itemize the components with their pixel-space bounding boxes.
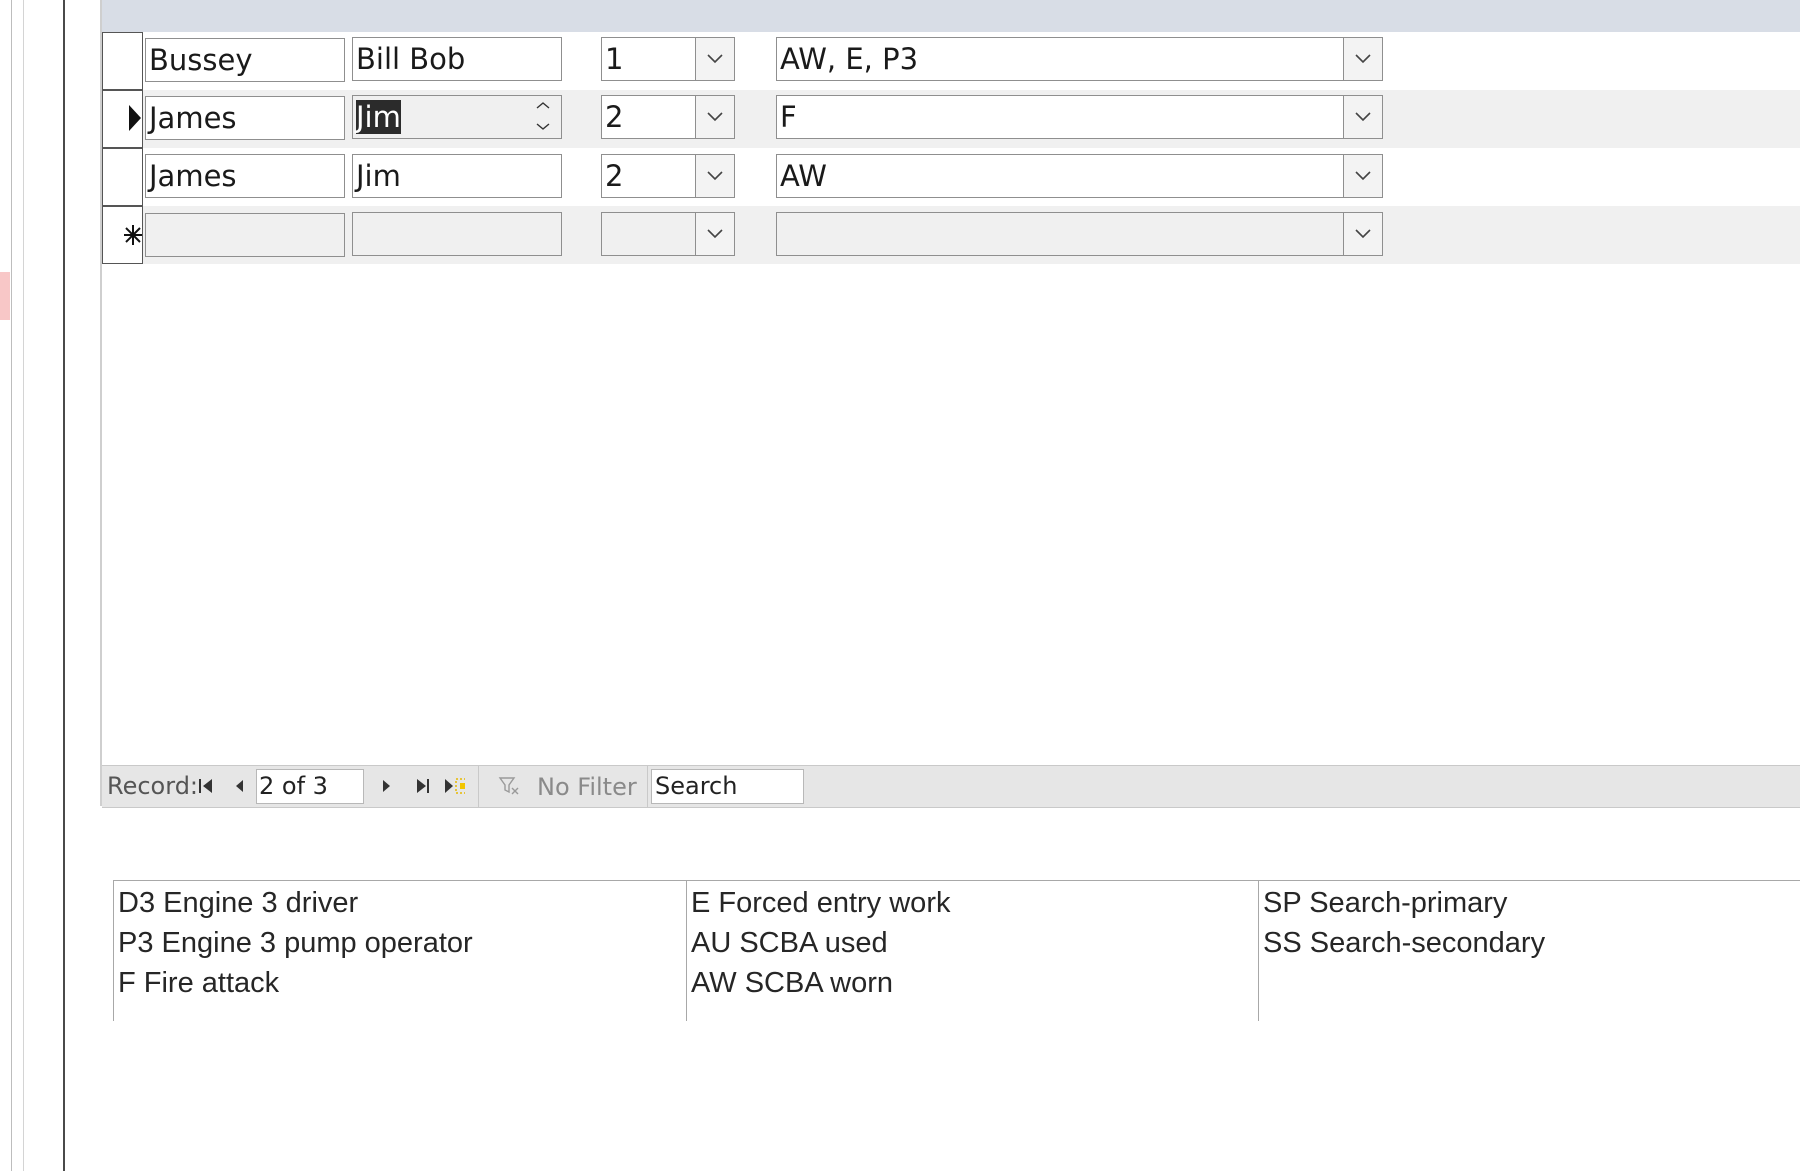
legend-item: P3 Engine 3 pump operator xyxy=(118,927,473,959)
current-record-input[interactable]: 2 of 3 xyxy=(256,769,364,804)
chevron-down-icon[interactable] xyxy=(695,96,734,138)
last-name-field[interactable]: James xyxy=(145,96,345,140)
chevron-down-icon[interactable] xyxy=(1343,213,1382,255)
number-value: 1 xyxy=(605,42,624,76)
chevron-down-icon[interactable] xyxy=(1343,155,1382,197)
legend-column: D3 Engine 3 driver P3 Engine 3 pump oper… xyxy=(114,881,686,1021)
first-record-icon[interactable] xyxy=(196,774,218,798)
codes-value: F xyxy=(780,100,797,134)
next-record-icon[interactable] xyxy=(375,774,397,798)
previous-record-icon[interactable] xyxy=(229,774,251,798)
legend-item: D3 Engine 3 driver xyxy=(118,887,359,919)
codes-combo[interactable] xyxy=(776,212,1383,256)
codes-value: AW, E, P3 xyxy=(780,42,919,76)
legend-item: AU SCBA used xyxy=(691,927,888,959)
first-name-field[interactable] xyxy=(352,212,562,256)
pane-splitter[interactable] xyxy=(63,0,65,1171)
legend-item: F Fire attack xyxy=(118,967,280,999)
new-record-icon xyxy=(124,225,142,245)
last-name-field[interactable]: James xyxy=(145,154,345,198)
error-marker xyxy=(0,272,10,320)
code-legend: D3 Engine 3 driver P3 Engine 3 pump oper… xyxy=(113,880,1800,1021)
new-record-button-icon[interactable] xyxy=(443,774,465,798)
codes-combo[interactable]: AW xyxy=(776,154,1383,198)
number-value: 2 xyxy=(605,159,624,193)
first-name-field[interactable]: Jim xyxy=(352,154,562,198)
record-selector[interactable] xyxy=(102,148,143,206)
window-border xyxy=(23,0,24,1171)
codes-value: AW xyxy=(780,159,827,193)
record-selector[interactable] xyxy=(102,206,143,264)
spinner-icon[interactable] xyxy=(533,98,553,136)
chevron-down-icon[interactable] xyxy=(1343,38,1382,80)
record-navigation-bar: Record: 2 of 3 No Filter Search xyxy=(102,765,1800,808)
chevron-down-icon[interactable] xyxy=(695,38,734,80)
number-combo[interactable] xyxy=(601,212,735,256)
first-name-field[interactable]: Bill Bob xyxy=(352,37,562,81)
legend-item: SS Search-secondary xyxy=(1263,927,1546,959)
last-name-field[interactable]: Bussey xyxy=(145,38,345,82)
record-selector[interactable] xyxy=(102,90,143,148)
window-border xyxy=(11,0,12,1171)
codes-combo[interactable]: AW, E, P3 xyxy=(776,37,1383,81)
legend-item: AW SCBA worn xyxy=(691,967,893,999)
legend-item: E Forced entry work xyxy=(691,887,951,919)
current-record-icon xyxy=(129,105,141,131)
last-name-field[interactable] xyxy=(145,213,345,257)
record-label: Record: xyxy=(107,772,199,800)
divider xyxy=(647,766,648,807)
chevron-down-icon[interactable] xyxy=(1343,96,1382,138)
filter-icon[interactable] xyxy=(498,775,520,797)
search-input[interactable]: Search xyxy=(651,769,804,804)
chevron-down-icon[interactable] xyxy=(695,213,734,255)
legend-item: SP Search-primary xyxy=(1263,887,1508,919)
datasheet-header-band xyxy=(102,0,1800,32)
number-value: 2 xyxy=(605,100,624,134)
legend-column: E Forced entry work AU SCBA used AW SCBA… xyxy=(686,881,1259,1021)
number-combo[interactable]: 1 xyxy=(601,37,735,81)
divider xyxy=(478,766,479,807)
last-record-icon[interactable] xyxy=(411,774,433,798)
legend-column: SP Search-primary SS Search-secondary xyxy=(1258,881,1800,1021)
selected-text: Jim xyxy=(356,100,401,134)
codes-combo[interactable]: F xyxy=(776,95,1383,139)
record-selector[interactable] xyxy=(102,32,143,90)
number-combo[interactable]: 2 xyxy=(601,95,735,139)
filter-status[interactable]: No Filter xyxy=(537,773,637,801)
first-name-field[interactable]: Jim xyxy=(352,95,562,139)
number-combo[interactable]: 2 xyxy=(601,154,735,198)
chevron-down-icon[interactable] xyxy=(695,155,734,197)
